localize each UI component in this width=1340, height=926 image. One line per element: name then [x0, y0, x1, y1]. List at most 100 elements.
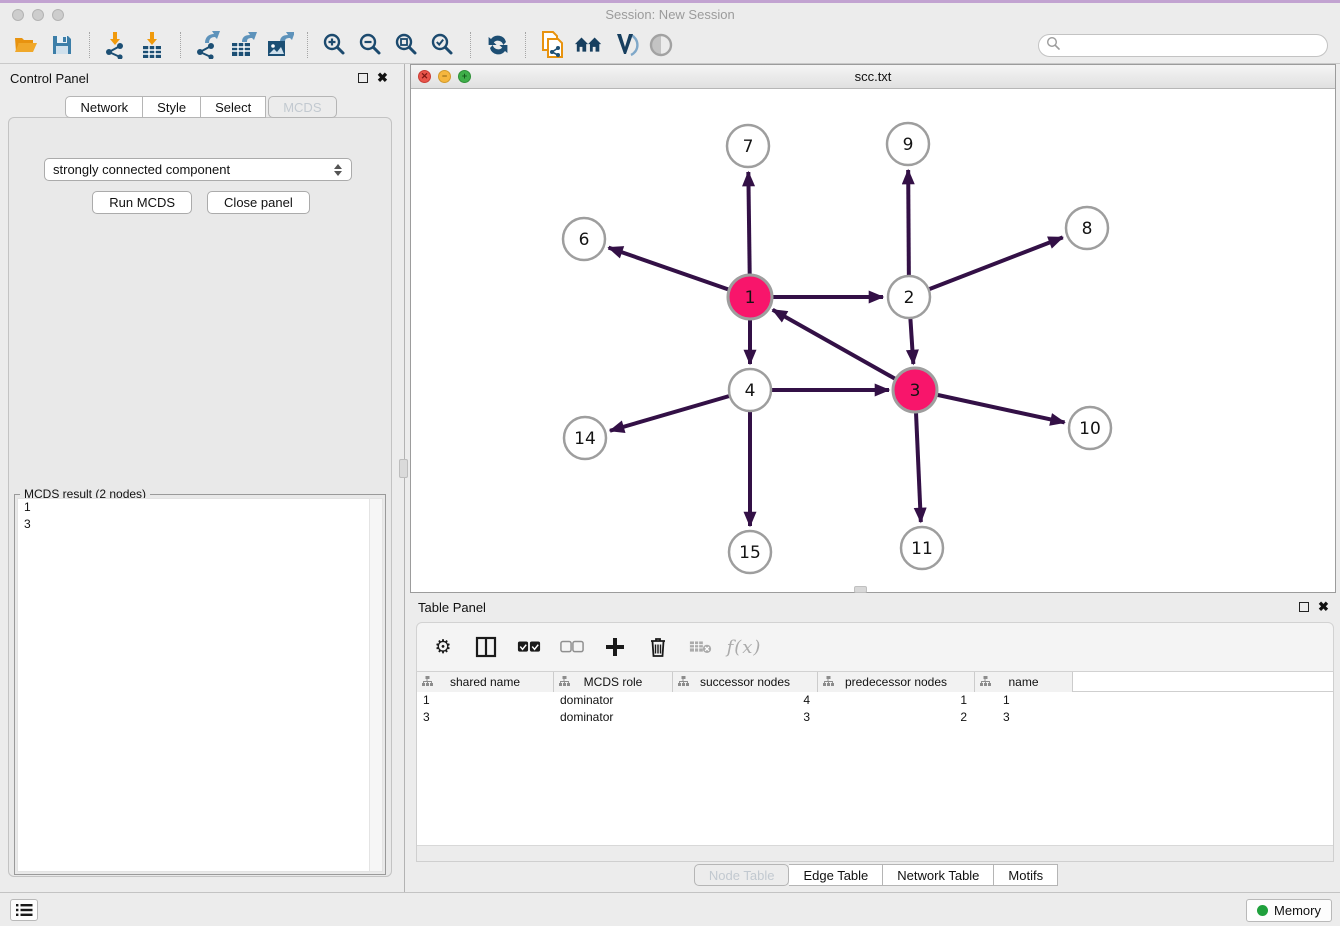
table-row[interactable]: 1dominator411 [417, 692, 1333, 709]
horizontal-split-handle[interactable] [854, 586, 867, 593]
table-tab-motifs[interactable]: Motifs [994, 864, 1058, 886]
toolbar-separator [525, 32, 526, 58]
network-canvas[interactable]: 1234678910111415 [411, 89, 1335, 592]
table-panel-tabs: Node TableEdge TableNetwork TableMotifs [410, 864, 1340, 886]
network-window-title: scc.txt [411, 69, 1335, 84]
zoom-fit-icon[interactable] [392, 30, 422, 60]
table-horizontal-scrollbar[interactable] [417, 845, 1333, 861]
table-cell[interactable]: 3 [673, 709, 818, 726]
column-header-shared-name[interactable]: shared name [417, 672, 554, 692]
control-tab-mcds[interactable]: MCDS [268, 96, 336, 118]
toolbar-separator [89, 32, 90, 58]
go-home-icon[interactable] [574, 30, 604, 60]
graph-node-label-2: 2 [904, 288, 915, 308]
network-window-titlebar[interactable]: ✕ − + scc.txt [411, 65, 1335, 89]
table-cell[interactable]: 1 [818, 692, 975, 709]
app-title: Session: New Session [0, 7, 1340, 22]
save-session-icon[interactable] [47, 30, 77, 60]
column-label: MCDS role [584, 675, 643, 689]
dropdown-value: strongly connected component [53, 162, 334, 177]
zoom-out-icon[interactable] [356, 30, 386, 60]
open-file-icon[interactable] [11, 30, 41, 60]
vizmapper-icon[interactable] [610, 30, 640, 60]
zoom-selected-icon[interactable] [428, 30, 458, 60]
graph-node-label-3: 3 [910, 381, 921, 401]
edge-2-8[interactable] [909, 237, 1063, 297]
export-table-icon[interactable] [229, 30, 259, 60]
graph-node-label-7: 7 [743, 137, 754, 157]
result-scrollbar[interactable] [369, 499, 382, 871]
table-cell[interactable]: 3 [417, 709, 554, 726]
column-header-successor-nodes[interactable]: successor nodes [673, 672, 818, 692]
delete-column-icon[interactable] [646, 635, 670, 659]
select-all-columns-icon[interactable] [517, 635, 541, 659]
mcds-result-line: 3 [18, 516, 382, 533]
task-history-button[interactable] [10, 899, 38, 921]
optimization-criterion-dropdown[interactable]: strongly connected component [44, 158, 352, 181]
create-column-icon[interactable] [603, 635, 627, 659]
control-tab-select[interactable]: Select [201, 96, 266, 118]
column-header-predecessor-nodes[interactable]: predecessor nodes [818, 672, 975, 692]
toolbar-separator [307, 32, 308, 58]
dropdown-stepper-icon [334, 164, 343, 176]
deselect-all-columns-icon[interactable] [560, 635, 584, 659]
function-builder-icon: f(x) [732, 635, 756, 659]
edge-3-1[interactable] [773, 310, 915, 390]
table-cell[interactable]: 2 [818, 709, 975, 726]
control-panel-buttons: ✖ [358, 73, 388, 83]
table-cell[interactable]: 4 [673, 692, 818, 709]
clone-network-icon[interactable] [538, 30, 568, 60]
import-network-icon[interactable] [102, 30, 132, 60]
table-settings-icon[interactable]: ⚙ [431, 635, 455, 659]
float-table-panel-icon[interactable] [1299, 602, 1309, 612]
graphics-details-icon[interactable] [646, 30, 676, 60]
table-tab-network-table[interactable]: Network Table [883, 864, 994, 886]
memory-button[interactable]: Memory [1246, 899, 1332, 922]
table-cell[interactable]: 1 [417, 692, 554, 709]
table-panel-title: Table Panel [418, 600, 486, 615]
table-row[interactable]: 3dominator323 [417, 709, 1333, 726]
table-cell[interactable]: dominator [554, 692, 673, 709]
column-header-MCDS-role[interactable]: MCDS role [554, 672, 673, 692]
status-bar: Memory [0, 892, 1340, 926]
table-tab-node-table[interactable]: Node Table [694, 864, 790, 886]
close-table-panel-icon[interactable]: ✖ [1318, 602, 1329, 612]
search-input[interactable] [1061, 39, 1327, 53]
memory-status-icon [1257, 905, 1268, 916]
toolbar-separator [470, 32, 471, 58]
graph-node-label-6: 6 [579, 230, 590, 250]
column-header-name[interactable]: name [975, 672, 1073, 692]
table-toolbar: ⚙ f(x) [416, 622, 1334, 672]
memory-label: Memory [1274, 903, 1321, 918]
vertical-split-handle[interactable] [399, 459, 408, 478]
export-image-icon[interactable] [265, 30, 295, 60]
close-panel-icon[interactable]: ✖ [377, 73, 388, 83]
float-panel-icon[interactable] [358, 73, 368, 83]
control-tab-network[interactable]: Network [65, 96, 143, 118]
import-table-icon[interactable] [138, 30, 168, 60]
column-label: name [1008, 675, 1038, 689]
show-columns-icon[interactable] [474, 635, 498, 659]
control-panel-tabs: NetworkStyleSelectMCDS [0, 96, 402, 118]
graph-node-label-14: 14 [574, 429, 596, 449]
close-panel-button[interactable]: Close panel [207, 191, 310, 214]
graph-node-label-8: 8 [1082, 219, 1093, 239]
search-box[interactable] [1038, 34, 1328, 57]
export-network-icon[interactable] [193, 30, 223, 60]
run-mcds-button[interactable]: Run MCDS [92, 191, 192, 214]
table-cell[interactable]: 3 [975, 709, 1073, 726]
node-table: shared name MCDS role successor nodesprede… [416, 672, 1334, 862]
table-cell[interactable]: dominator [554, 709, 673, 726]
apply-layout-icon[interactable] [483, 30, 513, 60]
zoom-in-icon[interactable] [320, 30, 350, 60]
control-tab-style[interactable]: Style [143, 96, 201, 118]
graph-node-label-4: 4 [745, 381, 756, 401]
table-tab-edge-table[interactable]: Edge Table [789, 864, 883, 886]
column-label: shared name [450, 675, 520, 689]
search-icon [1046, 36, 1061, 56]
mcds-result-list[interactable]: 13 [17, 498, 383, 872]
table-cell[interactable]: 1 [975, 692, 1073, 709]
mcds-result-line: 1 [18, 499, 382, 516]
table-body: 1dominator4113dominator323 [417, 692, 1333, 726]
delete-table-icon [689, 635, 713, 659]
